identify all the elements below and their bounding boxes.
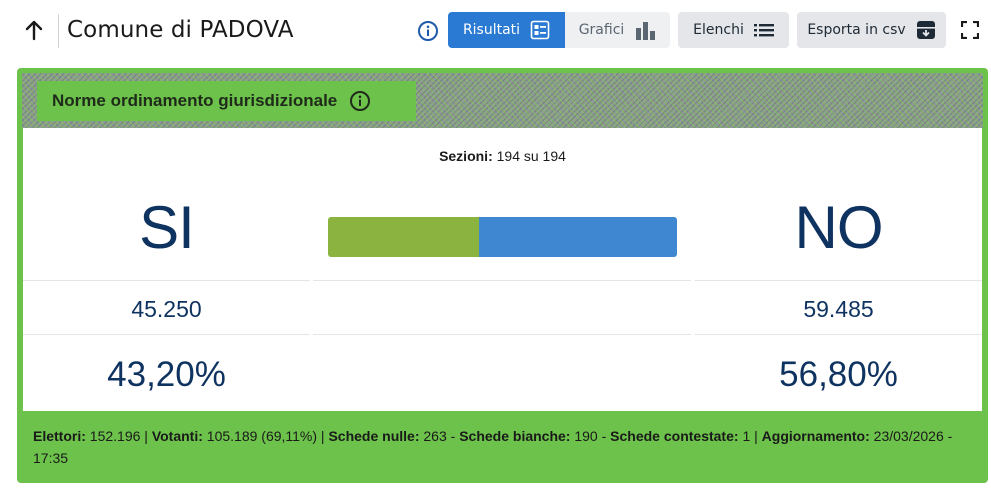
tab-results[interactable]: Risultati	[448, 12, 565, 48]
page-title: Comune di PADOVA	[67, 17, 294, 43]
results-panel: Sezioni: 194 su 194 SI NO 45.250 59.485 …	[23, 128, 982, 411]
result-bar	[328, 217, 677, 257]
electors-value: 152.196	[89, 428, 141, 444]
no-percent: 56,80%	[779, 355, 898, 394]
tab-charts-label: Grafici	[578, 22, 625, 38]
voters-label: Votanti:	[151, 428, 203, 444]
lists-button[interactable]: Elenchi	[678, 12, 789, 48]
sections-count: Sezioni: 194 su 194	[23, 148, 982, 164]
export-csv-button[interactable]: Esporta in csv	[797, 12, 946, 48]
turnout-summary: Elettori: 152.196 | Votanti: 105.189 (69…	[33, 428, 953, 466]
null-ballots-value: 263	[423, 428, 447, 444]
result-bar-no	[478, 217, 677, 257]
fullscreen-icon[interactable]	[961, 21, 979, 39]
divider	[695, 280, 982, 281]
sections-label: Sezioni:	[439, 148, 493, 164]
divider	[313, 280, 691, 281]
info-icon[interactable]	[417, 20, 439, 42]
tab-results-label: Risultati	[462, 22, 521, 38]
question-title: Norme ordinamento giurisdizionale	[52, 91, 338, 110]
bar-chart-icon	[636, 22, 656, 40]
blank-ballots-label: Schede bianche:	[459, 428, 571, 444]
divider	[23, 280, 310, 281]
divider	[695, 334, 982, 335]
sections-value: 194 su 194	[496, 148, 566, 164]
no-votes: 59.485	[803, 296, 874, 322]
header-divider	[58, 14, 59, 48]
null-ballots-label: Schede nulle:	[328, 428, 420, 444]
arrow-up-icon[interactable]	[22, 18, 46, 42]
page-header: Comune di PADOVA Risultati Grafici Elenc…	[0, 0, 991, 62]
export-csv-label: Esporta in csv	[807, 22, 906, 38]
list-icon	[753, 24, 774, 37]
no-label: NO	[794, 194, 884, 261]
info-icon[interactable]	[349, 90, 371, 112]
update-label: Aggiornamento:	[761, 428, 870, 444]
tab-charts[interactable]: Grafici	[565, 12, 670, 48]
divider	[23, 334, 310, 335]
electors-label: Elettori:	[33, 428, 86, 444]
result-bar-si	[328, 217, 479, 257]
archive-download-icon	[916, 21, 935, 39]
list-detail-icon	[530, 20, 550, 40]
contested-ballots-label: Schede contestate:	[610, 428, 739, 444]
si-percent: 43,20%	[107, 355, 226, 394]
contested-ballots-value: 1	[742, 428, 751, 444]
si-label: SI	[139, 194, 195, 261]
blank-ballots-value: 190	[574, 428, 598, 444]
voters-value: 105.189 (69,11%)	[206, 428, 318, 444]
si-votes: 45.250	[131, 296, 202, 322]
question-tag: Norme ordinamento giurisdizionale	[37, 81, 416, 121]
referendum-card: Norme ordinamento giurisdizionale Sezion…	[17, 68, 988, 483]
lists-button-label: Elenchi	[693, 22, 744, 38]
divider	[313, 334, 691, 335]
